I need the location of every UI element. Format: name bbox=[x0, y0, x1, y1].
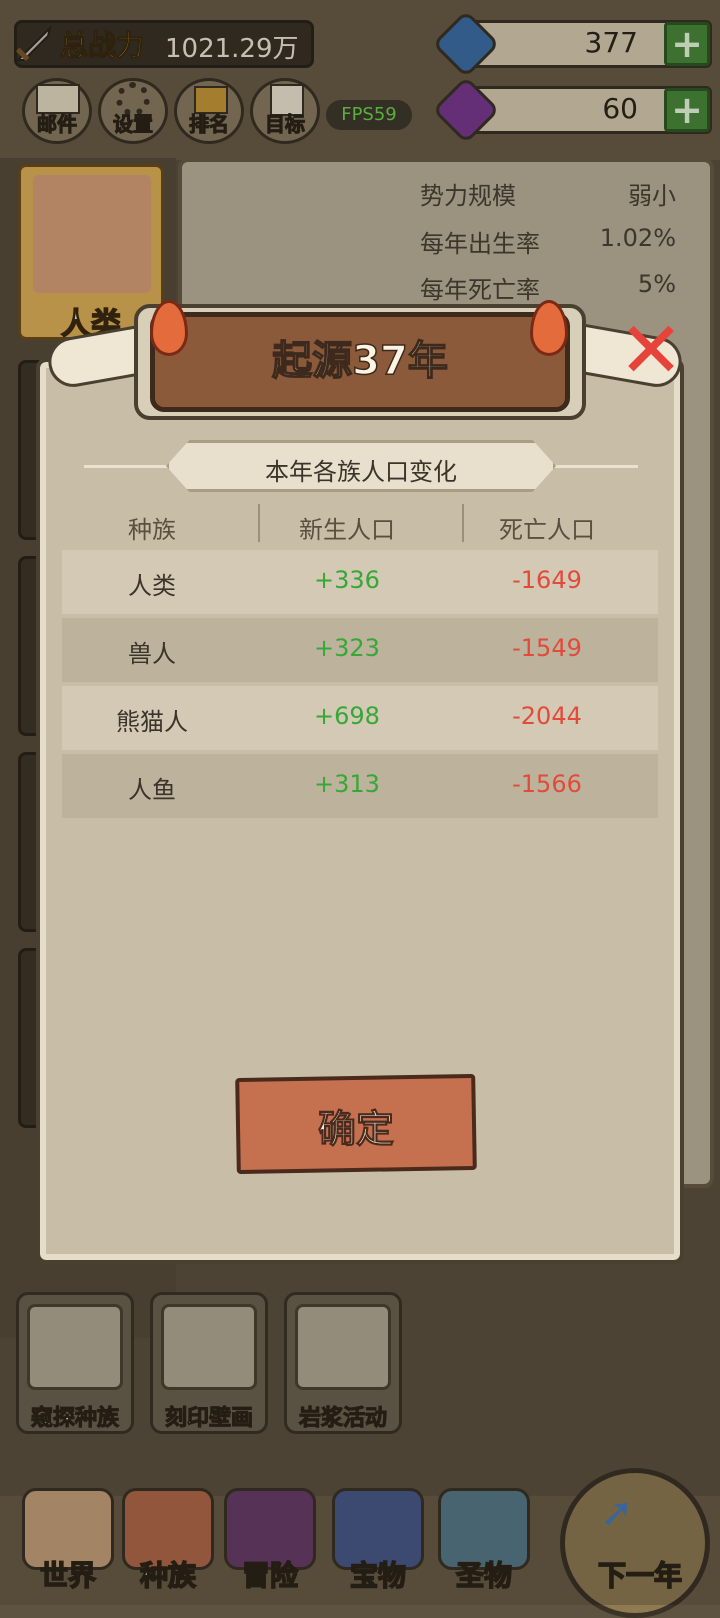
race-name: 人类 bbox=[128, 572, 176, 600]
table-row: 熊猫人 +698 -2044 bbox=[62, 686, 658, 750]
died-value: -1649 bbox=[512, 566, 582, 594]
column-header-born: 新生人口 bbox=[299, 516, 395, 544]
divider bbox=[548, 465, 638, 468]
race-name: 兽人 bbox=[128, 640, 176, 668]
race-name: 人鱼 bbox=[128, 776, 176, 804]
column-divider bbox=[258, 504, 260, 542]
table-row: 人类 +336 -1649 bbox=[62, 550, 658, 614]
column-header-race: 种族 bbox=[128, 516, 176, 544]
born-value: +698 bbox=[314, 702, 380, 730]
column-header-died: 死亡人口 bbox=[499, 516, 595, 544]
divider bbox=[84, 465, 174, 468]
confirm-label: 确定 bbox=[317, 1107, 394, 1152]
dialog-subtitle: 本年各族人口变化 bbox=[265, 458, 457, 486]
died-value: -1549 bbox=[512, 634, 582, 662]
table-row: 兽人 +323 -1549 bbox=[62, 618, 658, 682]
close-button[interactable]: ✕ bbox=[616, 312, 686, 390]
born-value: +323 bbox=[314, 634, 380, 662]
table-row: 人鱼 +313 -1566 bbox=[62, 754, 658, 818]
born-value: +313 bbox=[314, 770, 380, 798]
died-value: -2044 bbox=[512, 702, 582, 730]
died-value: -1566 bbox=[512, 770, 582, 798]
race-name: 熊猫人 bbox=[116, 708, 188, 736]
dialog-title: 起源37年 bbox=[271, 337, 448, 385]
born-value: +336 bbox=[314, 566, 380, 594]
